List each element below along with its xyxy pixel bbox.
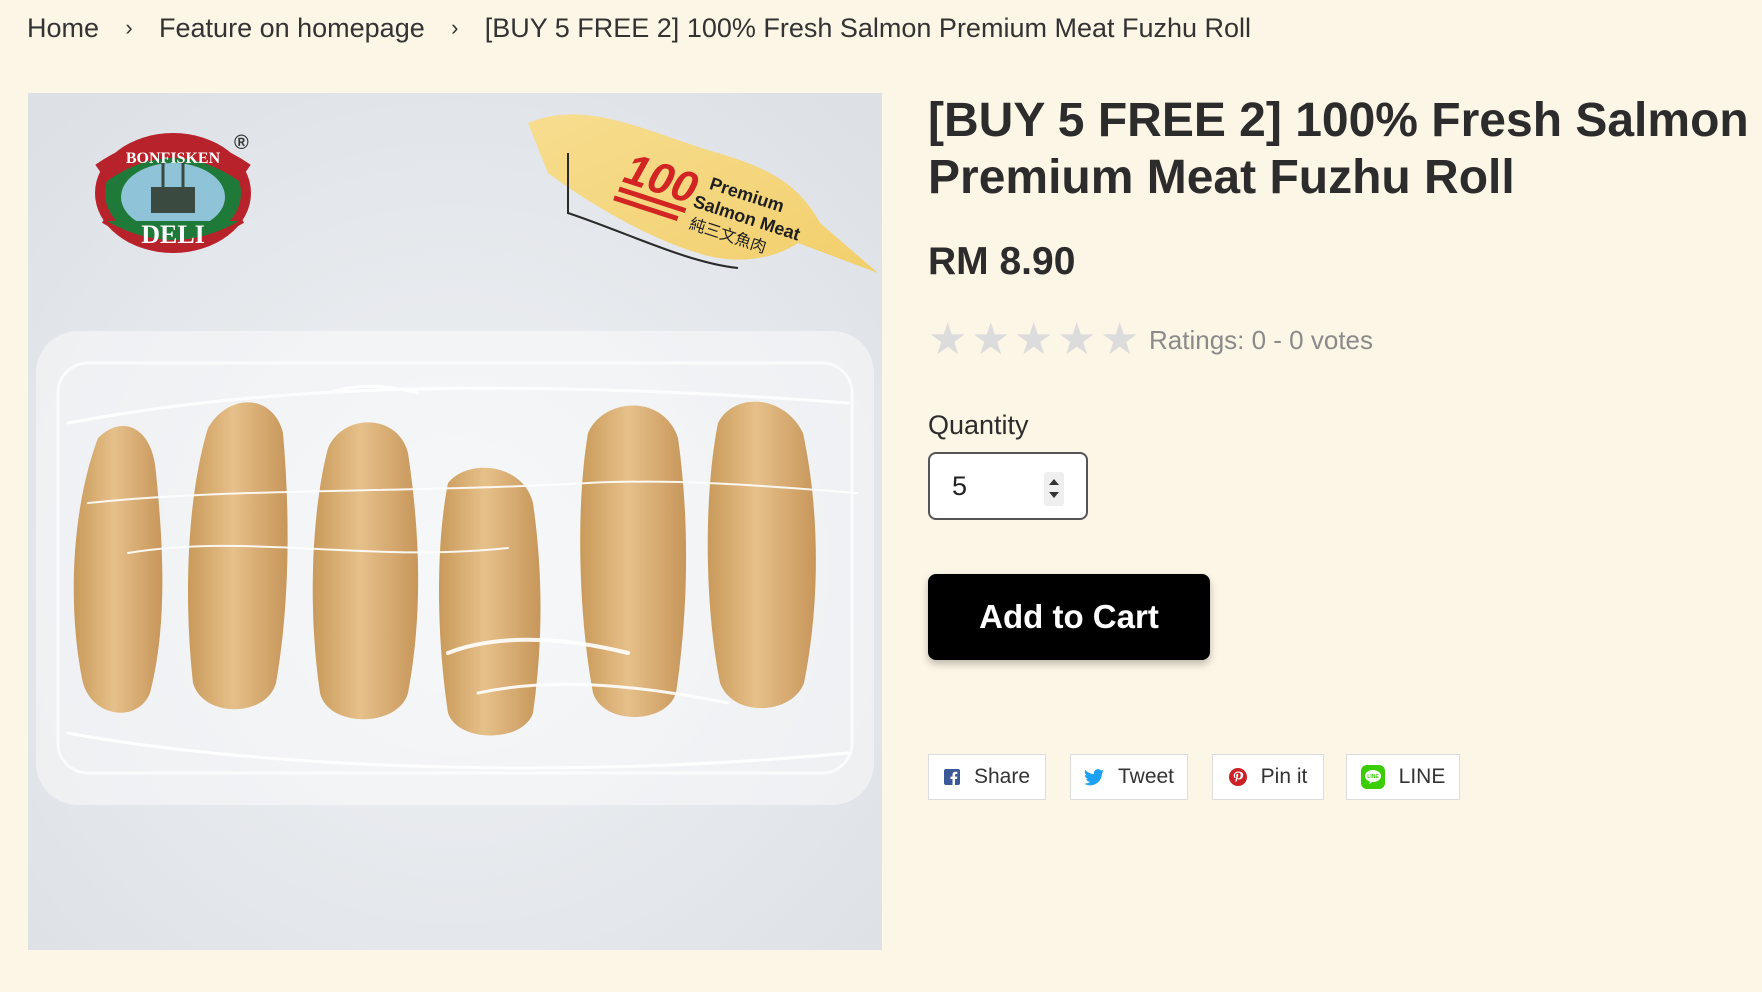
brand-logo: BONFISKEN DELI xyxy=(95,133,251,253)
twitter-icon xyxy=(1083,768,1104,786)
quantity-spinner[interactable] xyxy=(1044,472,1064,506)
quantity-label: Quantity xyxy=(928,410,1029,440)
star-icon[interactable]: ★ xyxy=(1100,318,1143,362)
share-pinterest-label: Pin it xyxy=(1260,765,1308,788)
line-icon-text: LINE xyxy=(1367,774,1379,780)
line-icon: LINE xyxy=(1360,765,1385,789)
chevron-right-icon: › xyxy=(451,15,459,40)
product-image[interactable]: BONFISKEN DELI ® 100 Premium Salmon Meat… xyxy=(28,93,882,950)
brand-logo-bottom-text: DELI xyxy=(141,220,205,249)
share-twitter-label: Tweet xyxy=(1117,765,1175,788)
spinner-down-icon[interactable] xyxy=(1049,492,1059,498)
share-twitter-button[interactable]: Tweet xyxy=(1070,754,1188,800)
star-icon[interactable]: ★ xyxy=(928,318,971,362)
share-facebook-label: Share xyxy=(973,765,1031,788)
share-line-button[interactable]: LINE LINE xyxy=(1346,754,1460,800)
breadcrumb-current: [BUY 5 FREE 2] 100% Fresh Salmon Premium… xyxy=(484,12,1252,43)
quantity-input[interactable] xyxy=(952,468,1042,504)
quantity-stepper[interactable] xyxy=(928,452,1088,520)
star-icon[interactable]: ★ xyxy=(1057,318,1100,362)
registered-mark: ® xyxy=(234,132,249,154)
breadcrumb: Home › Feature on homepage › [BUY 5 FREE… xyxy=(27,8,1251,48)
spinner-up-icon[interactable] xyxy=(1049,479,1059,485)
add-to-cart-button[interactable]: Add to Cart xyxy=(928,574,1210,660)
breadcrumb-collection-link[interactable]: Feature on homepage xyxy=(159,13,425,44)
facebook-icon xyxy=(943,769,960,785)
share-facebook-button[interactable]: Share xyxy=(928,754,1046,800)
star-icon[interactable]: ★ xyxy=(1014,318,1057,362)
product-title: [BUY 5 FREE 2] 100% Fresh Salmon Premium… xyxy=(928,94,1749,204)
star-icon[interactable]: ★ xyxy=(971,318,1014,362)
product-price: RM 8.90 xyxy=(928,240,1076,283)
share-line-label: LINE xyxy=(1398,765,1446,788)
brand-logo-top-text: BONFISKEN xyxy=(126,150,221,167)
chevron-right-icon: › xyxy=(125,15,133,40)
rating: ★ ★ ★ ★ ★ Ratings: 0 - 0 votes xyxy=(928,318,1373,362)
pinterest-icon xyxy=(1228,768,1247,786)
share-pinterest-button[interactable]: Pin it xyxy=(1212,754,1324,800)
rating-text: Ratings: 0 - 0 votes xyxy=(1149,324,1373,355)
breadcrumb-home-link[interactable]: Home xyxy=(27,13,99,44)
